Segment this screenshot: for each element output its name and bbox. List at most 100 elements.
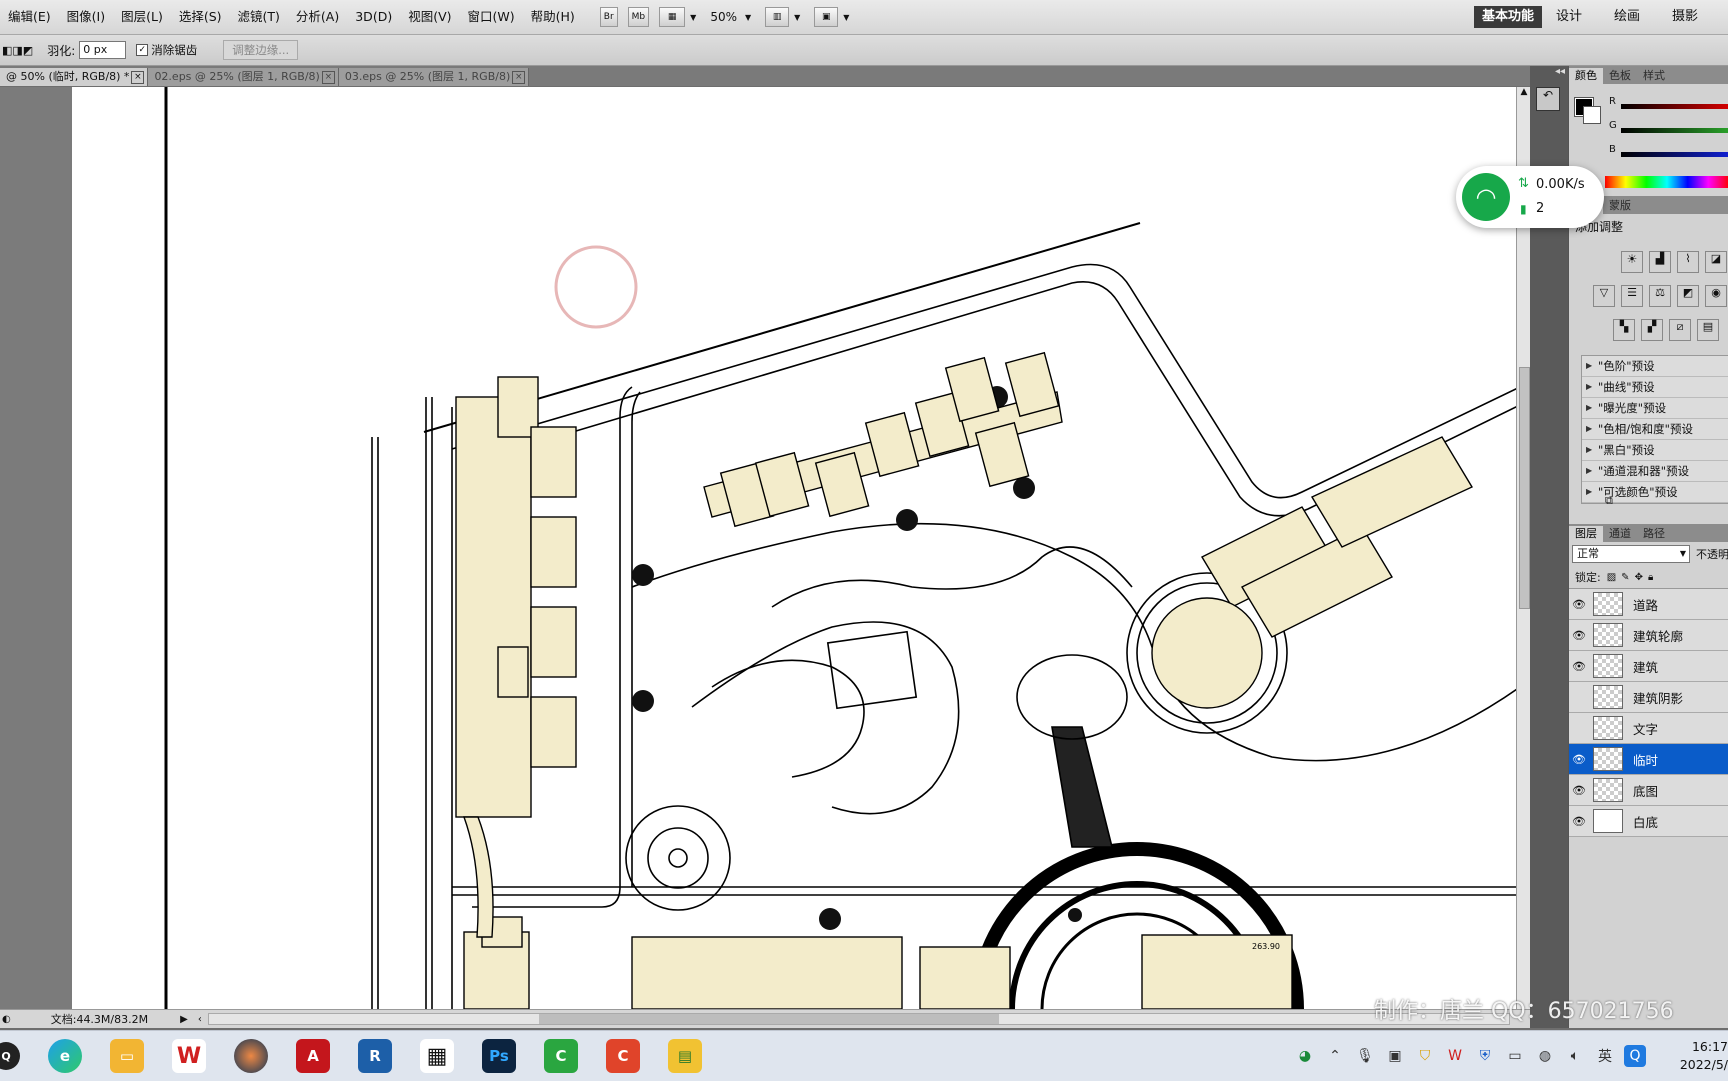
wps-icon[interactable]: W: [172, 1039, 206, 1073]
layer-row[interactable]: 👁︎ 底图: [1569, 775, 1728, 806]
document-size-info[interactable]: 文档:44.3M/83.2M: [51, 1011, 148, 1027]
workspace-painting[interactable]: 绘画: [1606, 6, 1648, 28]
menu-window[interactable]: 窗口(W): [460, 0, 523, 34]
camtasia-recorder-icon[interactable]: C: [606, 1039, 640, 1073]
wps-tray-icon[interactable]: W: [1444, 1045, 1466, 1067]
tab-document-2[interactable]: 02.eps @ 25% (图层 1, RGB/8) ×: [148, 68, 339, 86]
document-canvas[interactable]: 263.90: [72, 87, 1520, 1009]
input-method-icon[interactable]: 英: [1594, 1045, 1616, 1067]
layer-row[interactable]: 文字: [1569, 713, 1728, 744]
eye-icon[interactable]: 👁︎: [1569, 753, 1589, 766]
threshold-icon[interactable]: ⧄: [1669, 319, 1691, 341]
preset-black-white[interactable]: "黑白"预设: [1582, 440, 1728, 461]
close-icon[interactable]: ×: [131, 71, 145, 84]
video-editor-icon[interactable]: ▦: [420, 1039, 454, 1073]
preset-levels[interactable]: "色阶"预设: [1582, 356, 1728, 377]
preset-curves[interactable]: "曲线"预设: [1582, 377, 1728, 398]
lock-image-icon[interactable]: ✎: [1621, 572, 1629, 583]
file-explorer-icon[interactable]: ▭: [110, 1039, 144, 1073]
antialias-checkbox[interactable]: ✓: [136, 44, 149, 56]
preset-exposure[interactable]: "曝光度"预设: [1582, 398, 1728, 419]
network-speed-widget[interactable]: ◠ ⇅ 0.00K/s ▮ 2: [1456, 166, 1604, 228]
clip-to-layer-icon[interactable]: ⧉: [1605, 494, 1613, 508]
app-tray-icon[interactable]: ◕: [1294, 1045, 1316, 1067]
levels-icon[interactable]: ▟: [1649, 251, 1671, 273]
edge-browser-icon[interactable]: e: [48, 1039, 82, 1073]
selection-mode-icon[interactable]: ◧◨◩: [2, 44, 33, 57]
chevron-up-icon[interactable]: ⌃: [1324, 1045, 1346, 1067]
eye-icon[interactable]: 👁︎: [1569, 598, 1589, 611]
battery-icon[interactable]: ▭: [1504, 1045, 1526, 1067]
photoshop-icon[interactable]: Ps: [482, 1039, 516, 1073]
qq-tray-icon[interactable]: Q: [1624, 1045, 1646, 1067]
screenshot-icon[interactable]: ▣: [1384, 1045, 1406, 1067]
autocad-icon[interactable]: A: [296, 1039, 330, 1073]
photo-filter-icon[interactable]: ◉: [1705, 285, 1727, 307]
canvas-area[interactable]: 263.90: [0, 87, 1530, 1009]
menu-view[interactable]: 视图(V): [400, 0, 459, 34]
blend-mode-select[interactable]: 正常 ▼: [1572, 545, 1690, 563]
shield-icon[interactable]: ⛨: [1474, 1045, 1496, 1067]
collapse-panels-icon[interactable]: ◂◂: [1530, 66, 1568, 77]
color-balance-icon[interactable]: ⚖: [1649, 285, 1671, 307]
eye-icon[interactable]: 👁︎: [1569, 784, 1589, 797]
tab-document-1[interactable]: @ 50% (临时, RGB/8) * ×: [0, 68, 149, 86]
arrange-documents-button[interactable]: ▥: [765, 7, 790, 27]
lock-position-icon[interactable]: ✥: [1635, 572, 1643, 583]
qq-icon[interactable]: Q: [0, 1042, 20, 1070]
vibrance-icon[interactable]: ▽: [1593, 285, 1615, 307]
zoom-dropdown[interactable]: 50% ▼: [710, 10, 751, 24]
eye-icon[interactable]: 👁︎: [1569, 660, 1589, 673]
scroll-up-icon[interactable]: ▲: [1517, 87, 1531, 97]
curves-icon[interactable]: ⌇: [1677, 251, 1699, 273]
speaker-icon[interactable]: 🔈︎: [1564, 1045, 1586, 1067]
tab-channels[interactable]: 通道: [1603, 526, 1637, 542]
lock-transparency-icon[interactable]: ▨: [1607, 572, 1616, 583]
system-clock[interactable]: 16:17 2022/5/: [1658, 1038, 1728, 1074]
bridge-button[interactable]: Br: [599, 7, 618, 27]
tab-swatches[interactable]: 色板: [1603, 68, 1637, 84]
close-icon[interactable]: ×: [512, 71, 526, 84]
extras-button[interactable]: ▦: [659, 7, 686, 27]
screen-mode-button[interactable]: ▣: [814, 7, 839, 27]
red-slider[interactable]: R: [1569, 94, 1728, 120]
menu-layer[interactable]: 图层(L): [113, 0, 171, 34]
close-icon[interactable]: ×: [321, 71, 335, 84]
horizontal-scrollbar[interactable]: [207, 1013, 1510, 1025]
feather-input[interactable]: 0 px: [79, 41, 127, 59]
layer-row-selected[interactable]: 👁︎ 临时: [1569, 744, 1728, 775]
menu-3d[interactable]: 3D(D): [347, 0, 400, 34]
chevron-down-icon[interactable]: ▼: [690, 13, 696, 22]
network-globe-icon[interactable]: ◍: [1534, 1045, 1556, 1067]
lock-all-icon[interactable]: 🔒︎: [1648, 572, 1653, 583]
menu-select[interactable]: 选择(S): [171, 0, 230, 34]
tab-layers[interactable]: 图层: [1569, 526, 1603, 542]
security-icon[interactable]: ⛉: [1414, 1045, 1436, 1067]
menu-help[interactable]: 帮助(H): [523, 0, 583, 34]
posterize-icon[interactable]: ▞: [1641, 319, 1663, 341]
chevron-down-icon[interactable]: ▼: [843, 13, 849, 22]
blue-slider[interactable]: B: [1569, 142, 1728, 168]
menu-analysis[interactable]: 分析(A): [288, 0, 347, 34]
layer-row[interactable]: 👁︎ 白底: [1569, 806, 1728, 837]
menu-image[interactable]: 图像(I): [59, 0, 113, 34]
scroll-left-icon[interactable]: ‹: [198, 1014, 202, 1025]
invert-icon[interactable]: ▚: [1613, 319, 1635, 341]
menu-filter[interactable]: 滤镜(T): [230, 0, 288, 34]
menu-edit[interactable]: 编辑(E): [0, 0, 59, 34]
tab-color[interactable]: 颜色: [1569, 68, 1603, 84]
layer-row[interactable]: 👁︎ 道路: [1569, 589, 1728, 620]
tab-masks[interactable]: 蒙版: [1603, 198, 1637, 214]
layer-row[interactable]: 👁︎ 建筑: [1569, 651, 1728, 682]
notes-app-icon[interactable]: ▤: [668, 1039, 702, 1073]
workspace-essentials[interactable]: 基本功能: [1474, 6, 1543, 28]
scrollbar-thumb[interactable]: [1519, 367, 1530, 609]
color-spectrum-ramp[interactable]: [1605, 176, 1728, 188]
workspace-design[interactable]: 设计: [1548, 6, 1590, 28]
layer-row[interactable]: 建筑阴影: [1569, 682, 1728, 713]
tab-paths[interactable]: 路径: [1637, 526, 1671, 542]
eye-icon[interactable]: 👁︎: [1569, 629, 1589, 642]
black-white-icon[interactable]: ◩: [1677, 285, 1699, 307]
camtasia-icon[interactable]: C: [544, 1039, 578, 1073]
preset-selective-color[interactable]: "可选颜色"预设: [1582, 482, 1728, 503]
